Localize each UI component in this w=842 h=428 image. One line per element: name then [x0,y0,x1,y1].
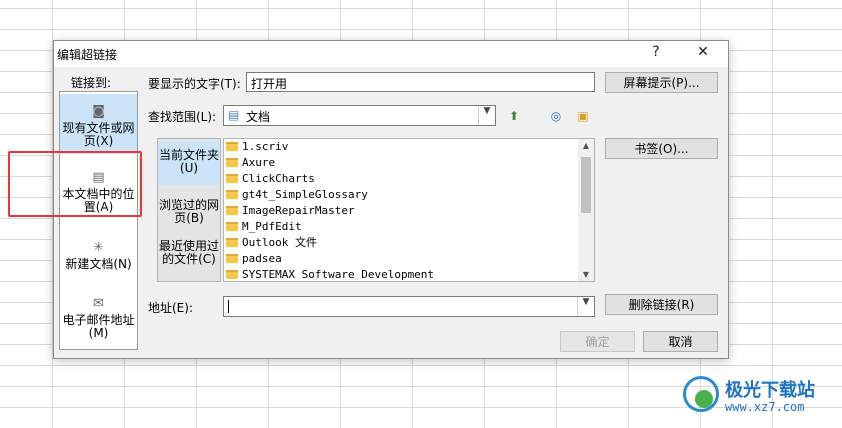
file-list: 1.scriv Axure ClickCharts gt4t_SimpleGlo… [223,138,595,282]
list-item[interactable]: Axure [224,155,594,171]
link-email-address[interactable]: ✉ 电子邮件地址(M) [60,288,137,348]
list-item[interactable]: ClickCharts [224,171,594,187]
folder-icon [226,174,238,183]
browse-web-icon[interactable]: ◎ [545,105,567,125]
folder-icon [226,190,238,199]
tab-browsed-pages[interactable]: 浏览过的网页(B) [158,191,220,231]
list-item[interactable]: 1.scriv [224,139,594,155]
scrollbar-thumb[interactable] [581,157,591,213]
watermark-url: www.xz7.com [725,400,805,414]
chevron-down-icon[interactable]: ▼ [577,297,594,316]
scroll-up-icon[interactable]: ▲ [578,141,594,150]
folder-icon [226,142,238,151]
link-to-bar: ◙ 现有文件或网页(X) ▤ 本文档中的位置(A) ✳ 新建文档(N) ✉ 电子… [59,91,138,350]
tab-current-folder[interactable]: 当前文件夹(U) [158,141,220,185]
list-item[interactable]: padsea [224,251,594,267]
look-in-value: 文档 [246,110,271,124]
list-item[interactable]: Outlook 文件 [224,235,594,251]
new-document-icon: ✳ [93,240,104,255]
link-new-document[interactable]: ✳ 新建文档(N) [60,232,137,288]
link-to-label: 链接到: [71,76,112,90]
cancel-button[interactable]: 取消 [643,331,718,352]
edit-hyperlink-dialog: 编辑超链接 ? ✕ 链接到: ◙ 现有文件或网页(X) ▤ 本文档中的位置(A)… [53,40,729,359]
highlight-box [8,151,142,217]
display-text-label: 要显示的文字(T): [148,77,241,91]
dialog-title: 编辑超链接 [57,48,118,62]
email-icon: ✉ [93,296,104,311]
look-in-label: 查找范围(L): [148,110,217,124]
folder-icon [226,238,238,247]
folder-icon [226,222,238,231]
address-label: 地址(E): [148,301,193,315]
document-icon: ▤ [228,108,240,122]
remove-link-button[interactable]: 删除链接(R) [605,294,718,315]
dialog-titlebar: 编辑超链接 ? ✕ [54,41,728,67]
ok-button[interactable]: 确定 [560,331,635,352]
tab-recent-files[interactable]: 最近使用过的文件(C) [158,235,220,281]
scroll-down-icon[interactable]: ▼ [578,270,594,279]
close-button[interactable]: ✕ [693,44,713,60]
look-in-select[interactable]: ▤ 文档 ▼ [223,105,496,126]
watermark-logo-icon [683,376,719,412]
folder-icon [226,270,238,279]
list-item[interactable]: SYSTEMAX Software Development [224,267,594,281]
display-text-input[interactable]: 打开用 [246,72,595,92]
folder-icon [226,206,238,215]
help-button[interactable]: ? [646,44,666,60]
list-item[interactable]: gt4t_SimpleGlossary [224,187,594,203]
bookmark-button[interactable]: 书签(O)... [605,138,718,159]
screentip-button[interactable]: 屏幕提示(P)... [605,72,718,93]
list-item[interactable]: M_PdfEdit [224,219,594,235]
folder-icon [226,158,238,167]
file-list-scrollbar[interactable]: ▲ ▼ [578,139,594,281]
browse-file-icon[interactable]: ▣ [572,105,594,125]
link-existing-file-or-web[interactable]: ◙ 现有文件或网页(X) [60,94,137,154]
globe-page-icon: ◙ [92,104,105,119]
chevron-down-icon[interactable]: ▼ [478,106,495,125]
text-cursor [228,300,229,313]
folder-icon [226,254,238,263]
look-in-tabs: 当前文件夹(U) 浏览过的网页(B) 最近使用过的文件(C) [157,138,221,282]
up-folder-icon[interactable]: ⬆ [503,105,525,125]
watermark-name: 极光下载站 [725,380,815,401]
list-item[interactable]: ImageRepairMaster [224,203,594,219]
address-input[interactable]: ▼ [223,296,595,317]
